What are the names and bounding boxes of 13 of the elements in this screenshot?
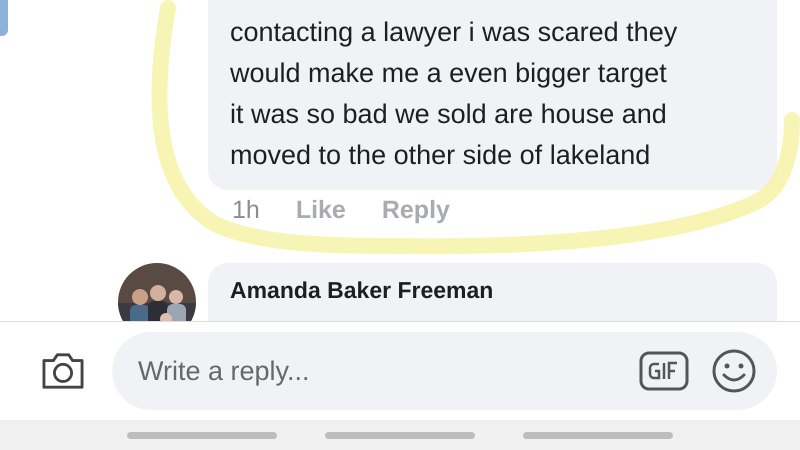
camera-icon[interactable] [40,351,86,391]
comment-text: contacting a lawyer i was scared they would make me a even bigger target it was so bad we sold are house and moved to the other side of lakeland [230,16,678,172]
comment-action-link[interactable]: Like [296,196,346,225]
comment-time: 1h [232,196,260,225]
nav-handle[interactable] [127,432,277,438]
gif-icon[interactable] [639,351,689,391]
reply-field[interactable]: Write a reply... [112,332,777,410]
nav-handle[interactable] [523,432,673,438]
panel-edge [0,0,8,36]
comment-author[interactable]: Amanda Baker Freeman [230,277,494,303]
emoji-icon[interactable] [711,348,757,394]
nav-handle[interactable] [325,432,475,438]
comment-action-link[interactable]: Reply [382,196,450,225]
